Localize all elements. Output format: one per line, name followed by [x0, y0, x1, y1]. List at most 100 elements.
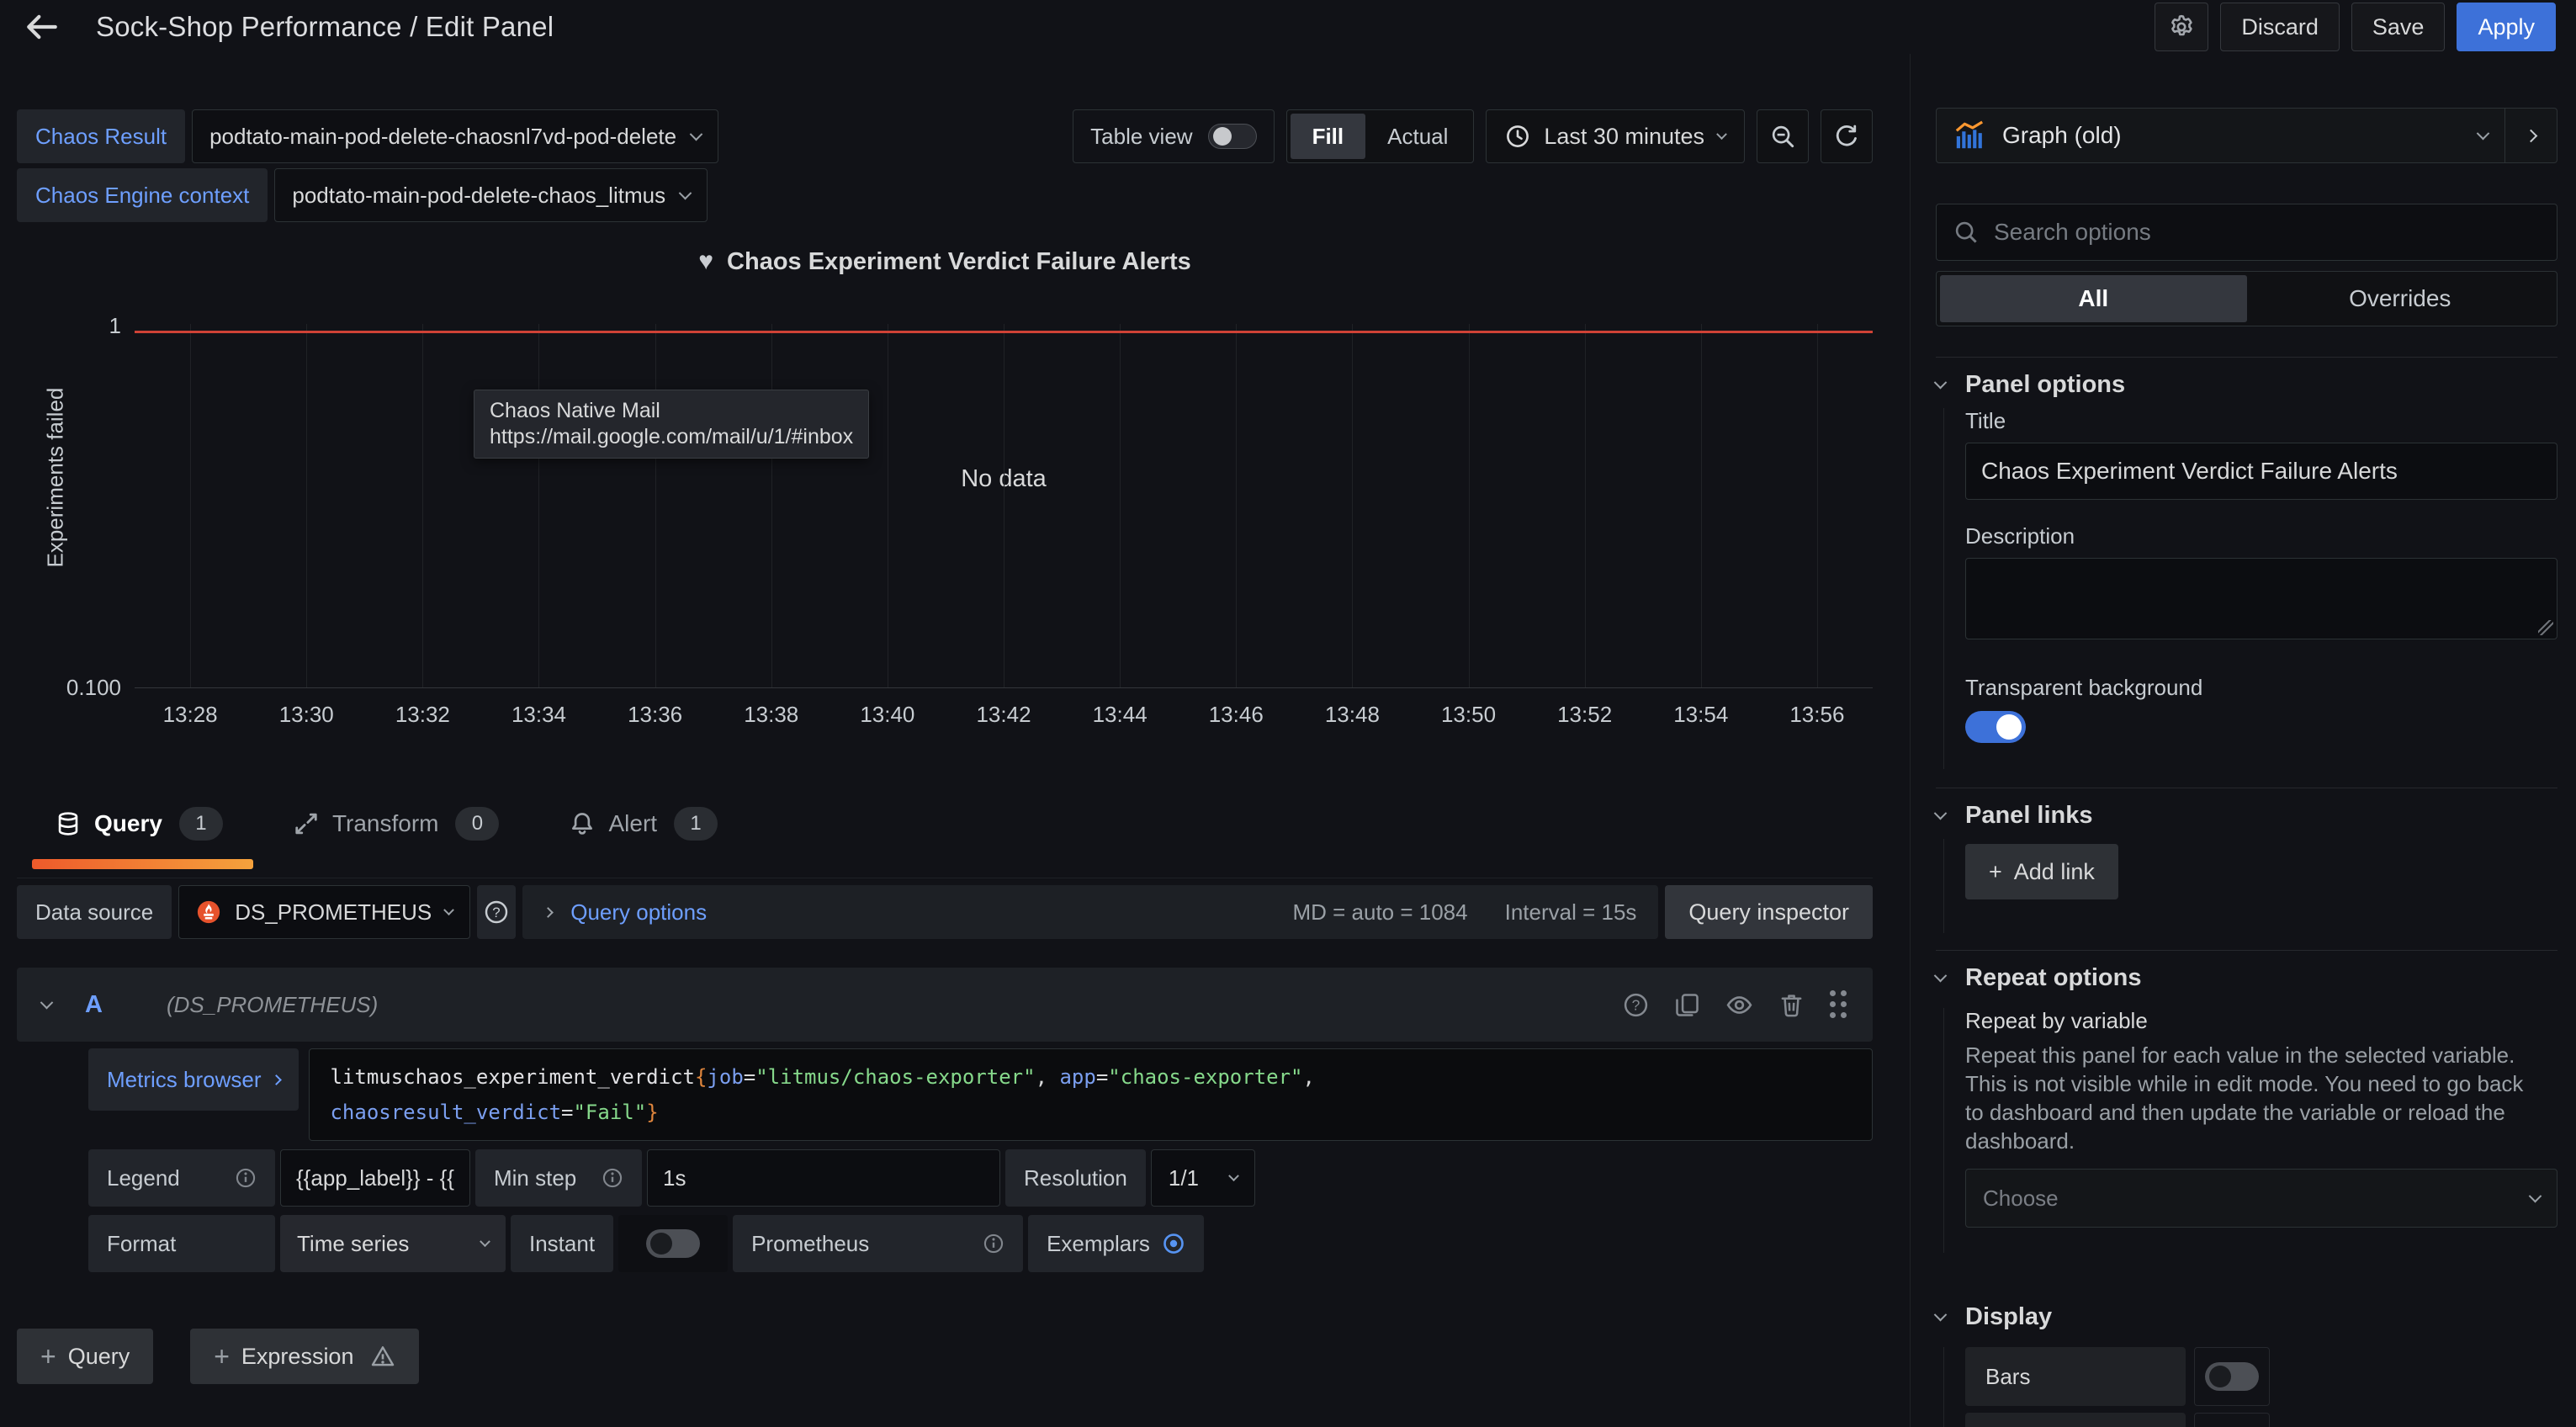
chevron-down-icon	[690, 127, 703, 141]
repeat-options-header[interactable]: Repeat options	[1936, 964, 2557, 991]
prometheus-icon	[196, 899, 221, 925]
plus-icon: +	[214, 1341, 230, 1372]
gridline	[1469, 324, 1470, 687]
visualization-picker[interactable]: Graph (old)	[1936, 108, 2505, 163]
repeat-by-variable-label: Repeat by variable	[1965, 1008, 2557, 1034]
promql-token-metric: litmuschaos_experiment_verdict	[330, 1065, 694, 1089]
instant-toggle[interactable]	[646, 1229, 700, 1258]
drag-handle[interactable]	[1830, 990, 1847, 1019]
resolution-select[interactable]: 1/1	[1151, 1149, 1255, 1207]
exemplars-chip[interactable]: Exemplars	[1028, 1215, 1204, 1272]
gridline	[1352, 324, 1353, 687]
zoom-out-button[interactable]	[1757, 109, 1809, 163]
save-button[interactable]: Save	[2351, 3, 2446, 51]
chevron-down-icon	[2477, 126, 2490, 140]
add-query-button[interactable]: + Query	[17, 1329, 153, 1384]
variable-value-chaos-result[interactable]: podtato-main-pod-delete-chaosnl7vd-pod-d…	[192, 109, 718, 163]
panel-options-header[interactable]: Panel options	[1936, 371, 2557, 398]
exemplars-label: Exemplars	[1047, 1231, 1150, 1257]
query-row-header[interactable]: A (DS_PROMETHEUS) ?	[17, 968, 1873, 1042]
collapse-chevron-icon	[40, 995, 54, 1009]
resolution-value: 1/1	[1169, 1165, 1199, 1191]
format-chip: Format	[88, 1215, 275, 1272]
bars-toggle[interactable]	[2205, 1362, 2259, 1391]
promql-token-brace: {	[695, 1065, 707, 1089]
tab-query[interactable]: Query 1	[56, 769, 223, 878]
query-options-meta: MD = auto = 1084 Interval = 15s	[1292, 899, 1636, 926]
min-step-input[interactable]	[647, 1149, 1000, 1207]
add-expression-button[interactable]: + Expression	[190, 1329, 419, 1384]
fill-option[interactable]: Fill	[1291, 114, 1366, 159]
toggle-knob	[2209, 1366, 2231, 1387]
search-icon	[1953, 220, 1979, 245]
add-link-button[interactable]: + Add link	[1965, 844, 2118, 899]
metrics-browser-button[interactable]: Metrics browser	[88, 1048, 299, 1111]
actual-option[interactable]: Actual	[1365, 114, 1470, 159]
tab-transform[interactable]: Transform 0	[294, 769, 500, 878]
gridline	[306, 324, 307, 687]
search-options-input[interactable]	[1994, 219, 2540, 246]
tab-label: Alert	[608, 810, 657, 837]
eye-icon	[1725, 991, 1753, 1019]
transparent-bg-toggle[interactable]	[1965, 711, 2026, 743]
variable-value-chaos-engine[interactable]: podtato-main-pod-delete-chaos_litmus	[274, 168, 708, 222]
apply-button[interactable]: Apply	[2457, 3, 2556, 51]
plot-area[interactable]: Chaos Native Mail https://mail.google.co…	[135, 324, 1873, 688]
legend-format-input[interactable]	[280, 1149, 470, 1207]
table-view-toggle[interactable]	[1208, 124, 1257, 149]
delete-query-button[interactable]	[1778, 992, 1805, 1018]
datasource-picker[interactable]: DS_PROMETHEUS	[178, 885, 470, 939]
repeat-variable-select[interactable]: Choose	[1965, 1169, 2557, 1228]
max-data-points-info: MD = auto = 1084	[1292, 899, 1467, 926]
repeat-options-section: Repeat options Repeat by variable Repeat…	[1936, 964, 2557, 1253]
refresh-button[interactable]	[1821, 109, 1873, 163]
time-range-picker[interactable]: Last 30 minutes	[1486, 109, 1745, 163]
gridline	[771, 324, 772, 687]
discard-button[interactable]: Discard	[2220, 3, 2340, 51]
section-heading: Repeat options	[1965, 964, 2141, 992]
chevron-right-icon	[272, 1074, 283, 1085]
resize-grip-icon[interactable]	[2538, 620, 2553, 635]
format-select[interactable]: Time series	[280, 1215, 506, 1272]
datasource-label: Data source	[17, 885, 172, 939]
duplicate-query-button[interactable]	[1674, 992, 1700, 1018]
back-button[interactable]	[25, 6, 59, 48]
prometheus-type-chip: Prometheus	[733, 1215, 1023, 1272]
table-view-label: Table view	[1090, 124, 1192, 150]
panel-links-header[interactable]: Panel links	[1936, 802, 2557, 829]
chevron-down-icon	[1934, 375, 1948, 389]
repeat-variable-placeholder: Choose	[1983, 1186, 2059, 1212]
panel-description-textarea[interactable]	[1965, 558, 2557, 639]
tab-overrides[interactable]: Overrides	[2247, 275, 2554, 322]
gridline	[655, 324, 656, 687]
datasource-help-button[interactable]: ?	[477, 885, 516, 939]
tab-alert[interactable]: Alert 1	[570, 769, 718, 878]
promql-expression[interactable]: litmuschaos_experiment_verdict{job="litm…	[309, 1048, 1873, 1141]
resolution-chip: Resolution	[1005, 1149, 1146, 1207]
zoom-out-icon	[1770, 124, 1795, 149]
panel-settings-button[interactable]	[2155, 3, 2208, 51]
variable-label-chaos-result: Chaos Result	[17, 109, 185, 163]
svg-text:?: ?	[1632, 996, 1640, 1013]
toggle-options-pane-button[interactable]	[2505, 108, 2557, 163]
tab-label: Query	[94, 810, 162, 837]
instant-chip: Instant	[511, 1215, 613, 1272]
query-options-bar[interactable]: Query options MD = auto = 1084 Interval …	[522, 885, 1658, 939]
toggle-visibility-button[interactable]	[1725, 991, 1753, 1019]
panel-title-input[interactable]	[1965, 443, 2557, 500]
promql-token-op: ,	[1302, 1065, 1314, 1089]
query-row-card: A (DS_PROMETHEUS) ?	[17, 968, 1873, 1272]
display-header[interactable]: Display	[1936, 1303, 2557, 1330]
options-search[interactable]	[1936, 204, 2557, 261]
tooltip-url: https://mail.google.com/mail/u/1/#inbox	[490, 424, 853, 450]
question-circle-icon: ?	[484, 899, 509, 925]
tab-all[interactable]: All	[1940, 275, 2247, 322]
query-help-button[interactable]: ?	[1623, 992, 1649, 1018]
panel-header[interactable]: ♥ Chaos Experiment Verdict Failure Alert…	[17, 247, 1873, 276]
promql-token-op: ,	[1036, 1065, 1060, 1089]
query-inspector-button[interactable]: Query inspector	[1665, 885, 1873, 939]
bell-icon	[570, 811, 595, 836]
promql-token-op: =	[744, 1065, 755, 1089]
query-options-link[interactable]: Query options	[570, 899, 707, 926]
chevron-down-icon	[1934, 1308, 1948, 1321]
